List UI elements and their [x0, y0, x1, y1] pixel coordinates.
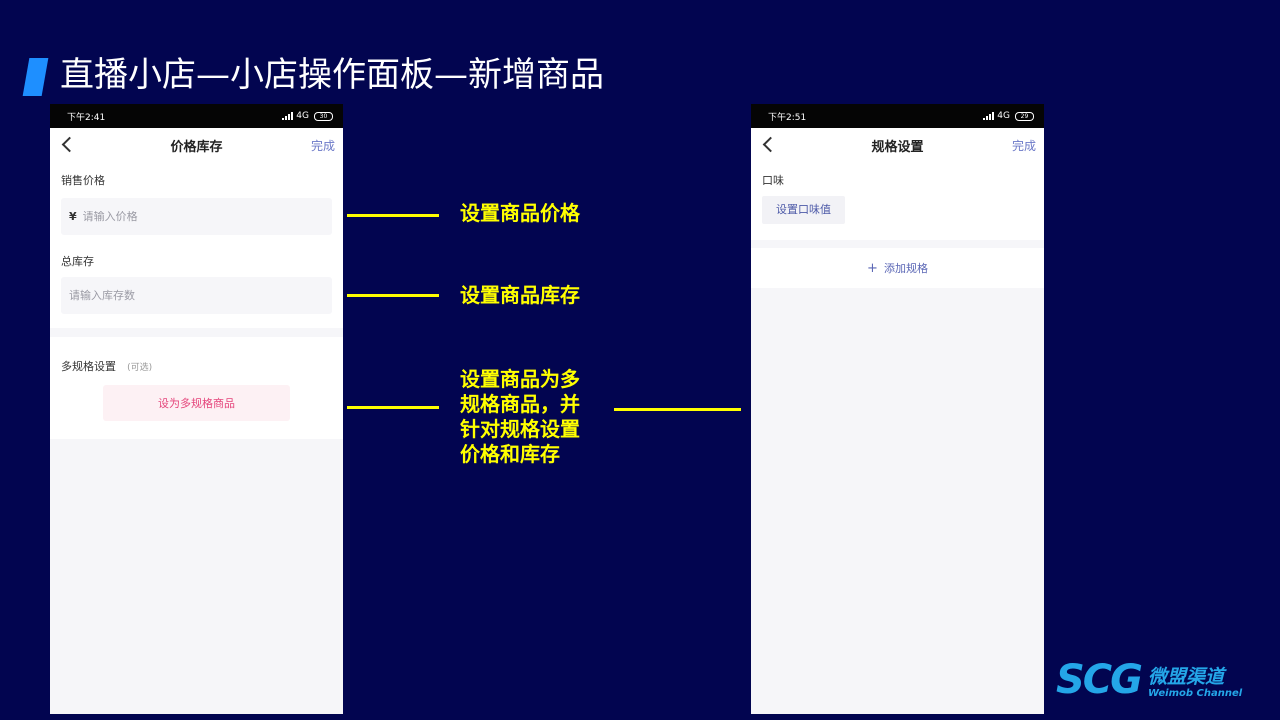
logo-chinese: 微盟渠道 [1148, 666, 1225, 688]
signal-icon [282, 112, 294, 120]
network-label: 4G [296, 111, 309, 121]
annotation-multi-line: 规格商品，并 [460, 392, 580, 416]
logo-mark: SCG [1056, 657, 1143, 703]
price-input[interactable] [82, 210, 332, 223]
connector-stock [347, 294, 439, 297]
yen-icon: ¥ [69, 210, 77, 223]
nav-bar: 规格设置 完成 [751, 128, 1044, 162]
status-bar: 下午2:51 4G 29 [751, 104, 1044, 128]
multi-spec-label: 多规格设置 [61, 360, 116, 373]
status-time: 下午2:41 [67, 112, 106, 123]
logo-english: Weimob Channel [1148, 688, 1243, 699]
done-button[interactable]: 完成 [311, 137, 335, 154]
back-arrow-icon[interactable] [61, 136, 78, 153]
annotation-multi-line: 价格和库存 [460, 442, 560, 466]
set-multi-spec-button[interactable]: 设为多规格商品 [103, 385, 290, 421]
price-stock-section: 销售价格 ¥ 总库存 [50, 162, 343, 328]
flavor-section: 口味 设置口味值 [751, 162, 1044, 240]
battery-icon: 30 [314, 111, 333, 121]
multi-spec-section: 多规格设置 (可选) 设为多规格商品 [50, 337, 343, 439]
connector-multi-right [614, 408, 741, 411]
flavor-label: 口味 [762, 174, 784, 187]
plus-icon: + [867, 260, 878, 276]
annotation-multi: 设置商品为多 规格商品，并 针对规格设置 价格和库存 [460, 367, 580, 467]
connector-price [347, 214, 439, 217]
add-spec-button[interactable]: + 添加规格 [751, 248, 1044, 288]
phone-price-stock: 下午2:41 4G 30 价格库存 完成 销售价格 ¥ 总库存 多规格设置 (可… [50, 104, 343, 714]
price-input-wrapper: ¥ [61, 198, 332, 235]
title-accent-bar [22, 58, 49, 96]
annotation-price: 设置商品价格 [460, 201, 580, 225]
price-label: 销售价格 [61, 174, 105, 187]
annotation-multi-line: 设置商品为多 [460, 367, 580, 391]
scg-logo: SCG 微盟渠道 Weimob Channel [1056, 660, 1246, 704]
signal-icon [983, 112, 995, 120]
back-arrow-icon[interactable] [762, 136, 779, 153]
set-flavor-value-button[interactable]: 设置口味值 [762, 196, 845, 224]
nav-bar: 价格库存 完成 [50, 128, 343, 162]
annotation-stock: 设置商品库存 [460, 283, 580, 307]
annotation-multi-line: 针对规格设置 [460, 417, 580, 441]
page-title: 价格库存 [170, 139, 223, 155]
page-title: 规格设置 [871, 139, 924, 155]
status-bar: 下午2:41 4G 30 [50, 104, 343, 128]
slide-title: 直播小店—小店操作面板—新增商品 [60, 55, 604, 95]
connector-multi-left [347, 406, 439, 409]
stock-input[interactable] [61, 277, 332, 314]
status-time: 下午2:51 [768, 112, 807, 123]
optional-hint: (可选) [127, 363, 153, 373]
add-spec-label: 添加规格 [883, 262, 928, 275]
phone-spec-settings: 下午2:51 4G 29 规格设置 完成 口味 设置口味值 + 添加规格 [751, 104, 1044, 714]
stock-label: 总库存 [61, 255, 94, 268]
battery-icon: 29 [1015, 111, 1034, 121]
done-button[interactable]: 完成 [1012, 137, 1036, 154]
network-label: 4G [997, 111, 1010, 121]
